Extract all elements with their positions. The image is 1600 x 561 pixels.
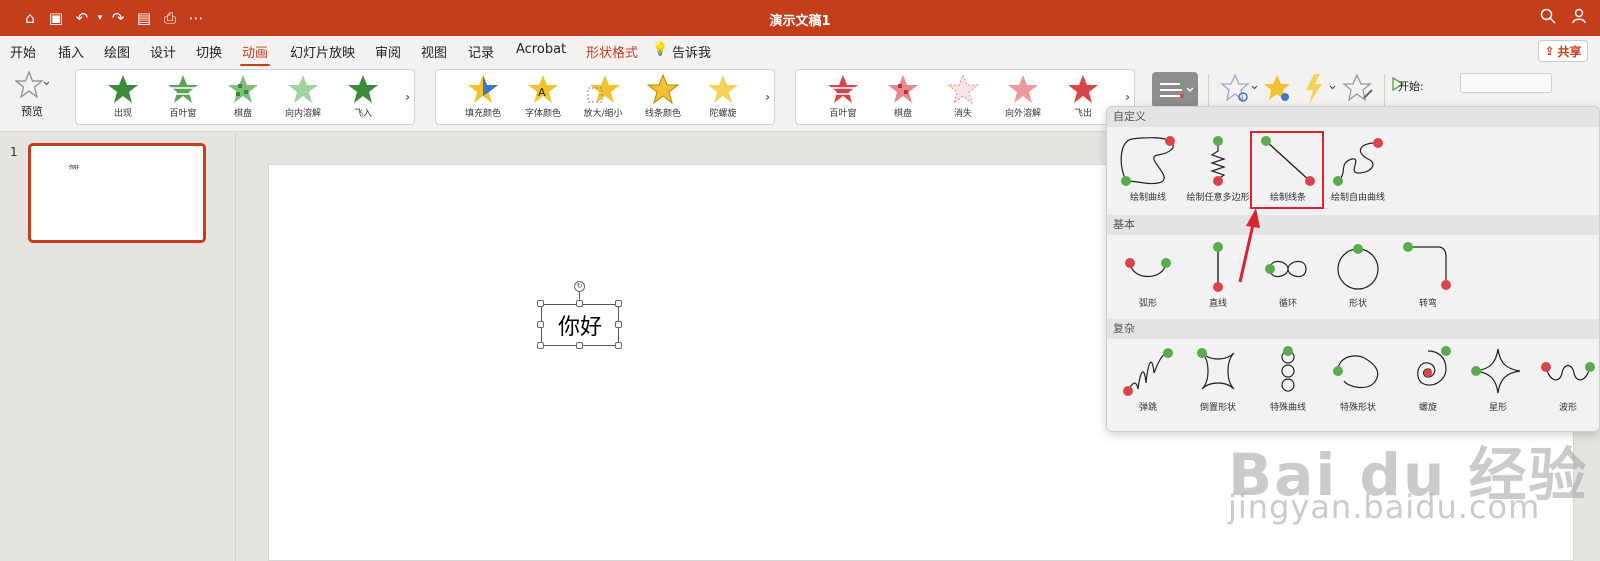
slide-thumbnails-pane: 1 你好 bbox=[0, 133, 236, 561]
tab-draw[interactable]: 绘图 bbox=[104, 42, 130, 61]
effect-checkerboard-exit[interactable]: 棋盘 bbox=[874, 74, 932, 119]
motion-path-icon bbox=[1160, 82, 1194, 98]
path-inverted-square[interactable]: 倒置形状 bbox=[1183, 343, 1253, 413]
tab-transitions[interactable]: 切换 bbox=[196, 42, 222, 61]
start-select[interactable] bbox=[1460, 73, 1552, 93]
resize-handle[interactable] bbox=[576, 300, 583, 307]
tab-view[interactable]: 视图 bbox=[421, 42, 447, 61]
thumbnail-text: 你好 bbox=[69, 165, 80, 171]
tab-review[interactable]: 审阅 bbox=[375, 42, 401, 61]
slide-thumbnail[interactable]: 你好 bbox=[28, 143, 206, 243]
effect-fly-in[interactable]: 飞入 bbox=[334, 74, 392, 119]
effect-fly-out[interactable]: 飞出 bbox=[1054, 74, 1112, 119]
effect-blinds-exit[interactable]: 百叶窗 bbox=[814, 74, 872, 119]
tab-slideshow[interactable]: 幻灯片放映 bbox=[290, 42, 355, 61]
path-draw-polygon[interactable]: 绘制任意多边形 bbox=[1183, 133, 1253, 203]
effect-spin[interactable]: 陀螺旋 bbox=[694, 74, 752, 119]
resize-handle[interactable] bbox=[576, 342, 583, 349]
entrance-effects-gallery: 出现 百叶窗 棋盘 向内溶解 飞入 › bbox=[75, 69, 415, 125]
chevron-right-icon[interactable]: › bbox=[1125, 90, 1130, 104]
path-star[interactable]: 星形 bbox=[1463, 343, 1533, 413]
resize-handle[interactable] bbox=[615, 342, 622, 349]
effect-dissolve-in[interactable]: 向内溶解 bbox=[274, 74, 332, 119]
motion-paths-dropdown: 自定义 绘制曲线 绘制任意多边形 绘制线条 绘制自由曲线 基本 弧形 直线 循环… bbox=[1106, 106, 1600, 432]
lightbulb-icon: 💡 bbox=[652, 42, 669, 57]
path-draw-curve[interactable]: 绘制曲线 bbox=[1113, 133, 1183, 203]
start-label: 开始: bbox=[1398, 80, 1424, 93]
preview-star-icon bbox=[14, 70, 50, 99]
path-spiral[interactable]: 螺旋 bbox=[1393, 343, 1463, 413]
tab-record[interactable]: 记录 bbox=[468, 42, 494, 61]
path-shape[interactable]: 形状 bbox=[1323, 239, 1393, 309]
chevron-right-icon[interactable]: › bbox=[405, 90, 410, 104]
svg-text:A: A bbox=[538, 86, 546, 99]
effect-disappear[interactable]: 消失 bbox=[934, 74, 992, 119]
preview-button[interactable]: 预览 bbox=[12, 70, 52, 119]
effect-options-icon[interactable] bbox=[1220, 72, 1260, 110]
search-icon[interactable] bbox=[1538, 8, 1558, 28]
selected-path-highlight bbox=[1250, 131, 1324, 209]
share-button[interactable]: ⇪ 共享 bbox=[1538, 40, 1588, 62]
path-draw-freeform[interactable]: 绘制自由曲线 bbox=[1323, 133, 1393, 203]
path-turn[interactable]: 转弯 bbox=[1393, 239, 1463, 309]
path-arc[interactable]: 弧形 bbox=[1113, 239, 1183, 309]
section-header-complex: 复杂 bbox=[1107, 319, 1599, 339]
share-icon: ⇪ bbox=[1544, 44, 1555, 58]
annotation-arrow-icon bbox=[1238, 208, 1260, 283]
section-header-custom: 自定义 bbox=[1107, 107, 1599, 127]
tab-insert[interactable]: 插入 bbox=[58, 42, 84, 61]
document-title: 演示文稿1 bbox=[769, 14, 831, 29]
tab-tell-me[interactable]: 告诉我 bbox=[672, 42, 711, 61]
effect-grow-shrink[interactable]: 放大/缩小 bbox=[574, 74, 632, 119]
slide-number: 1 bbox=[10, 145, 18, 159]
tab-design[interactable]: 设计 bbox=[150, 42, 176, 61]
effect-dissolve-out[interactable]: 向外溶解 bbox=[994, 74, 1052, 119]
effect-blinds[interactable]: 百叶窗 bbox=[154, 74, 212, 119]
path-bounce[interactable]: 弹跳 bbox=[1113, 343, 1183, 413]
add-animation-icon[interactable] bbox=[1262, 72, 1296, 110]
resize-handle[interactable] bbox=[615, 300, 622, 307]
section-header-basic: 基本 bbox=[1107, 215, 1599, 235]
trigger-icon[interactable] bbox=[1300, 72, 1340, 110]
path-special-curve[interactable]: 特殊曲线 bbox=[1253, 343, 1323, 413]
resize-handle[interactable] bbox=[615, 321, 622, 328]
tab-acrobat[interactable]: Acrobat bbox=[516, 42, 566, 57]
exit-effects-gallery: 百叶窗 棋盘 消失 向外溶解 飞出 › bbox=[795, 69, 1135, 125]
title-bar: ⌂ ▣ ↶ ▾ ↷ ▤ ⎙ ⋯ 演示文稿1 bbox=[0, 0, 1600, 36]
motion-paths-button[interactable] bbox=[1152, 72, 1198, 108]
text-box[interactable]: 你好 bbox=[541, 304, 619, 346]
resize-handle[interactable] bbox=[537, 321, 544, 328]
emphasis-effects-gallery: 填充颜色 A 字体颜色 放大/缩小 线条颜色 陀螺旋 › bbox=[435, 69, 775, 125]
chevron-right-icon[interactable]: › bbox=[765, 90, 770, 104]
rotate-handle[interactable]: ↻ bbox=[574, 281, 585, 292]
effect-fill-color[interactable]: 填充颜色 bbox=[454, 74, 512, 119]
effect-line-color[interactable]: 线条颜色 bbox=[634, 74, 692, 119]
effect-checkerboard[interactable]: 棋盘 bbox=[214, 74, 272, 119]
ribbon-tabs: 开始 插入 绘图 设计 切换 动画 幻灯片放映 审阅 视图 记录 Acrobat… bbox=[0, 36, 1600, 67]
resize-handle[interactable] bbox=[537, 342, 544, 349]
path-special-shape[interactable]: 特殊形状 bbox=[1323, 343, 1393, 413]
resize-handle[interactable] bbox=[537, 300, 544, 307]
tab-shape-format[interactable]: 形状格式 bbox=[586, 42, 638, 61]
effect-font-color[interactable]: A 字体颜色 bbox=[514, 74, 572, 119]
effect-appear[interactable]: 出现 bbox=[94, 74, 152, 119]
animation-painter-icon[interactable] bbox=[1342, 72, 1376, 110]
tab-home[interactable]: 开始 bbox=[10, 42, 36, 61]
tab-animations[interactable]: 动画 bbox=[239, 42, 271, 67]
account-icon[interactable] bbox=[1570, 8, 1590, 28]
watermark-url: jingyan.baidu.com bbox=[1228, 488, 1541, 526]
path-wave[interactable]: 波形 bbox=[1533, 343, 1599, 413]
